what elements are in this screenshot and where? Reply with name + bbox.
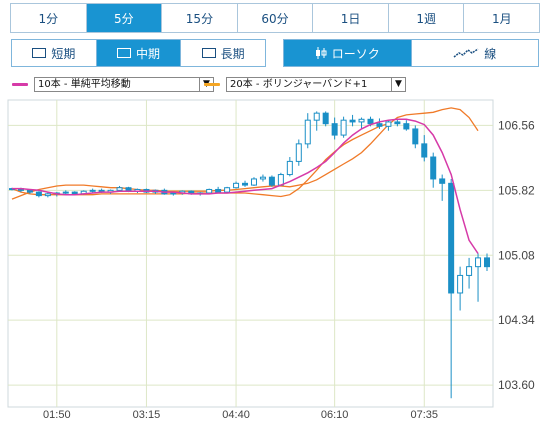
candle-body: [304, 119, 311, 145]
candle-body: [242, 182, 249, 186]
candle-body: [403, 123, 410, 130]
candle-body: [313, 112, 320, 121]
candle-body: [322, 112, 329, 125]
candle-body: [286, 160, 293, 176]
candle-body: [277, 174, 284, 186]
candle-body: [376, 123, 383, 127]
candle-body: [206, 188, 213, 194]
candle-body: [44, 193, 51, 197]
candle-body: [358, 118, 365, 123]
candle-body: [385, 121, 392, 127]
price-chart: 01:50 03:15 04:40 06:10 07:35 106.56 105.82 105…: [7, 99, 535, 421]
candle-body: [412, 128, 419, 145]
x-tick-label: 04:40: [222, 409, 250, 421]
y-tick-label: 105.08: [498, 248, 535, 262]
candle-body: [26, 189, 33, 193]
y-tick-label: 106.56: [498, 118, 535, 132]
candle-body: [439, 178, 446, 184]
candle-body: [62, 191, 69, 194]
candle-body: [340, 119, 347, 136]
candle-body: [268, 176, 275, 186]
x-tick-label: 01:50: [43, 409, 71, 421]
candle-body: [484, 257, 490, 268]
candle-body: [349, 119, 356, 123]
plot-area: [7, 99, 494, 408]
candle-body: [71, 191, 78, 195]
candle-body: [89, 189, 96, 192]
candle-body: [170, 192, 177, 195]
candle-body: [295, 143, 302, 162]
y-tick-label: 104.34: [498, 313, 535, 327]
candle-body: [475, 257, 482, 268]
candle-body: [215, 188, 222, 193]
x-tick-label: 07:35: [410, 409, 438, 421]
candle-body: [367, 118, 374, 125]
candle-body: [430, 156, 437, 180]
candle-body: [116, 187, 123, 191]
candle-body: [233, 182, 240, 189]
candle-body: [394, 121, 401, 125]
candle-body: [331, 123, 338, 136]
candle-body: [35, 191, 42, 197]
y-tick-label: 105.82: [498, 183, 535, 197]
candle-body: [448, 182, 455, 294]
candle-body: [250, 178, 257, 186]
candle-body: [421, 143, 428, 158]
candle-body: [224, 187, 231, 193]
candle-body: [466, 266, 473, 276]
x-tick-label: 03:15: [133, 409, 161, 421]
candle-body: [457, 274, 464, 294]
candle-body: [259, 176, 266, 180]
x-tick-label: 06:10: [321, 409, 349, 421]
y-tick-label: 103.60: [498, 378, 535, 392]
